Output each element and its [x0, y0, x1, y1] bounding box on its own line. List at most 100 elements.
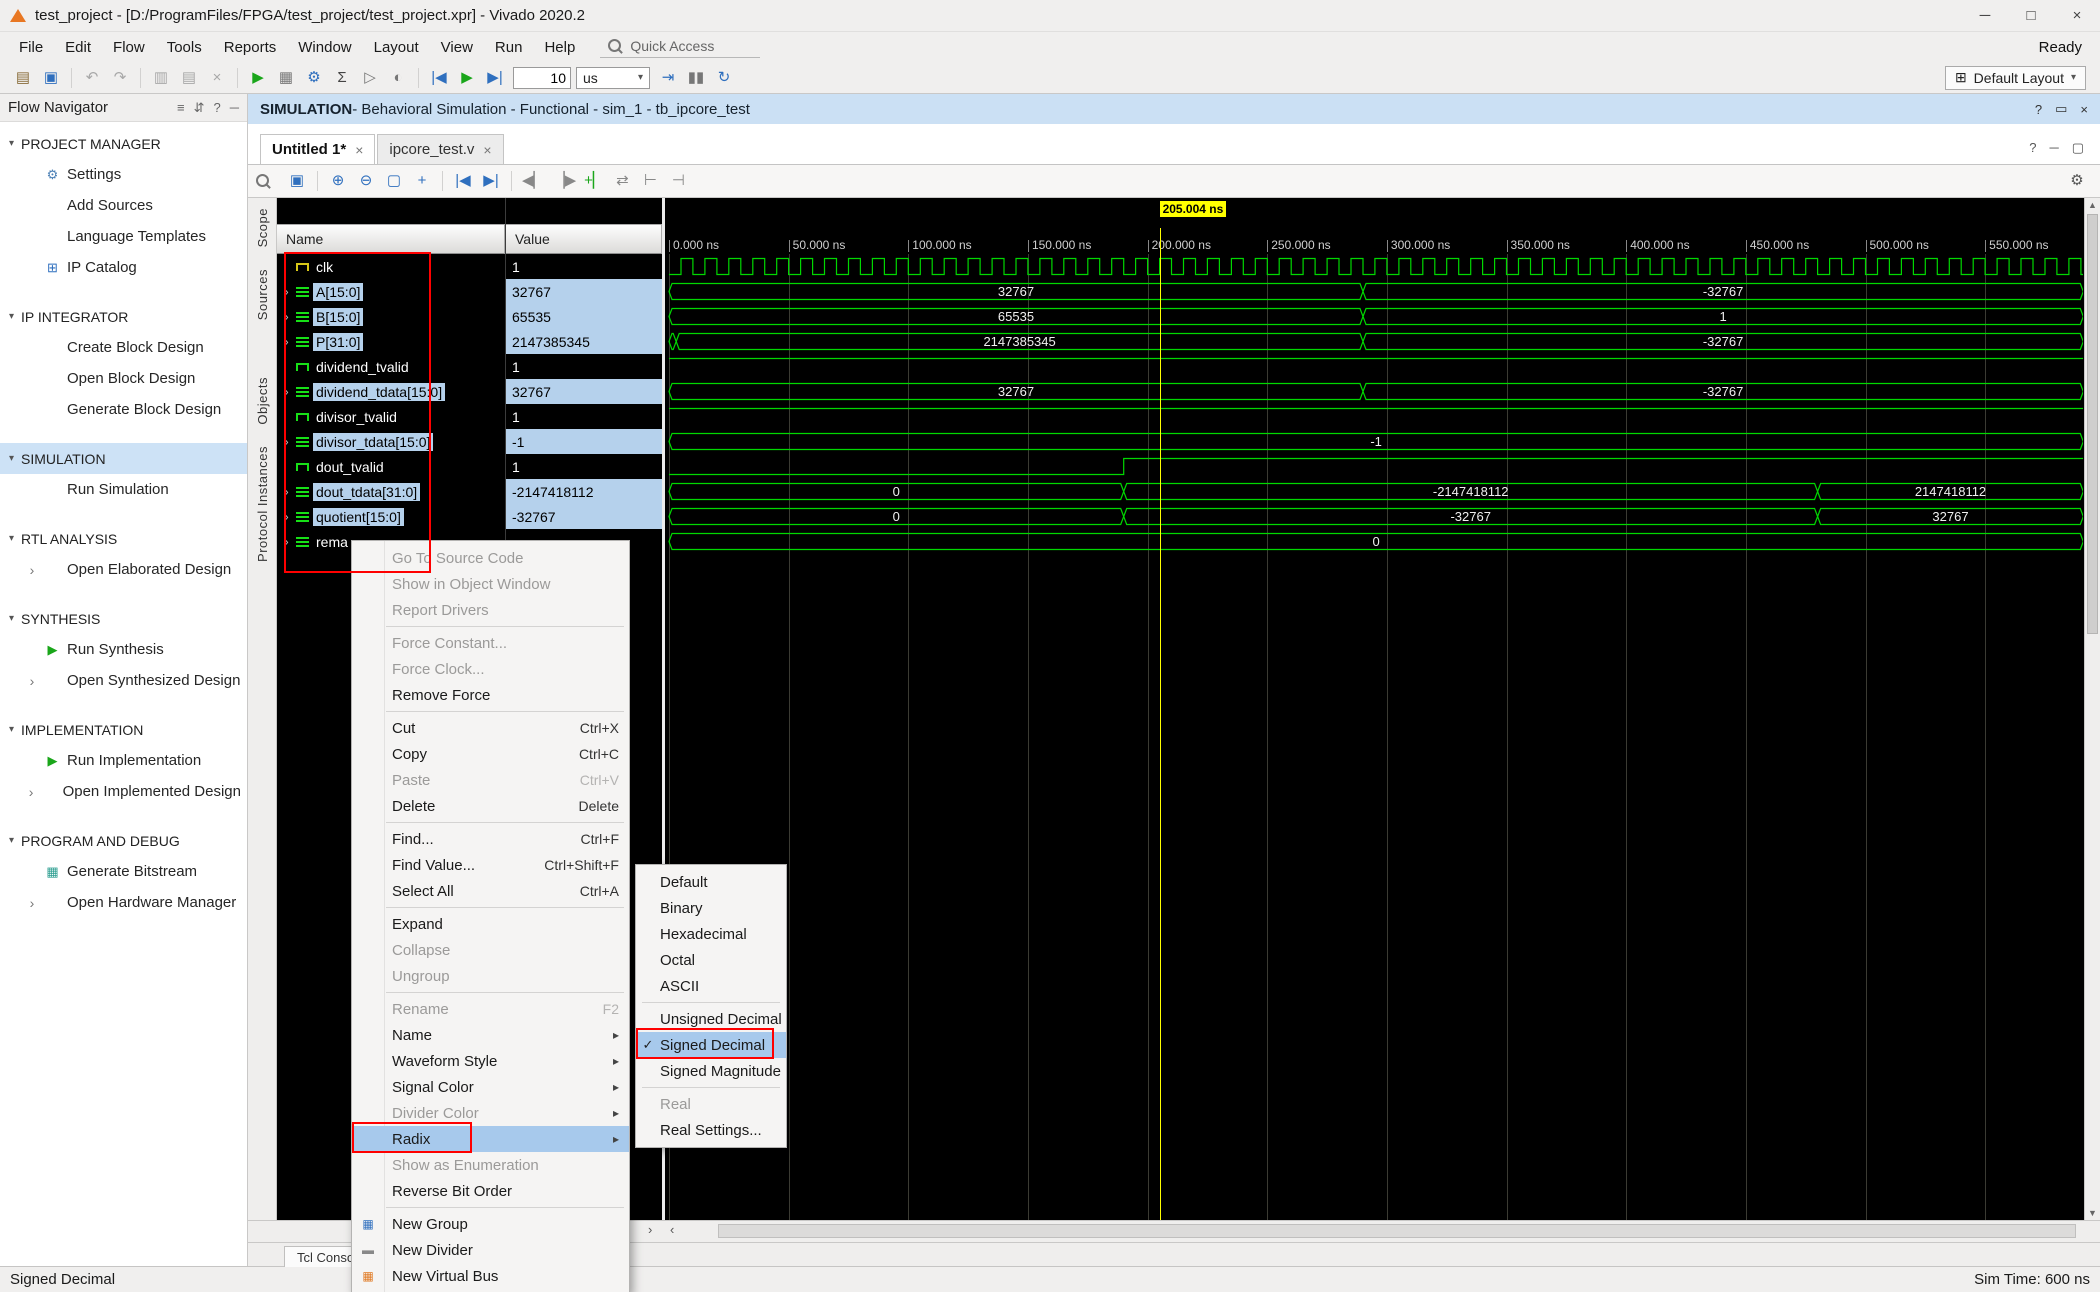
time-unit-select[interactable]: us ▾ — [576, 67, 650, 89]
link-icon[interactable]: ⊢ — [637, 168, 663, 194]
timeline-ruler[interactable]: 205.004 ns 0.000 ns50.000 ns100.000 ns15… — [665, 198, 2084, 254]
flow-item-language-templates[interactable]: Language Templates — [0, 221, 247, 252]
find-icon[interactable] — [256, 174, 282, 188]
help-icon[interactable]: ? — [2029, 140, 2036, 156]
signal-value-p-31-0[interactable]: 2147385345 — [506, 329, 662, 354]
wave-settings-gear-icon[interactable]: ⚙ — [2064, 168, 2090, 194]
side-tab-sources[interactable]: Sources — [255, 269, 270, 320]
signal-row-dout-tdata-31-0[interactable]: ›dout_tdata[31:0] — [277, 479, 505, 504]
maximize-button[interactable]: □ — [2008, 0, 2054, 31]
quick-access-search[interactable]: Quick Access — [600, 36, 760, 58]
menu-file[interactable]: File — [8, 35, 54, 60]
next-transition-icon[interactable]: ▕▶ — [550, 168, 579, 194]
expand-arrow-icon[interactable]: › — [281, 309, 292, 324]
add-marker-icon[interactable]: +▏ — [581, 168, 607, 194]
horizontal-scrollbar-thumb[interactable] — [718, 1224, 2076, 1238]
expand-arrow-icon[interactable]: › — [281, 509, 292, 524]
flow-item-run-simulation[interactable]: Run Simulation — [0, 474, 247, 505]
flow-item-add-sources[interactable]: Add Sources — [0, 190, 247, 221]
radix-option-unsigned-decimal[interactable]: Unsigned Decimal — [636, 1006, 786, 1032]
context-menu-item-new-group[interactable]: ▦New Group — [352, 1211, 629, 1237]
maximize-icon[interactable]: ▢ — [2072, 140, 2084, 156]
run-all-icon[interactable]: ▶ — [454, 65, 480, 91]
close-icon[interactable]: × — [483, 142, 491, 158]
flow-section-header-ip-integrator[interactable]: ▾IP INTEGRATOR — [0, 301, 247, 332]
menu-reports[interactable]: Reports — [213, 35, 288, 60]
close-button[interactable]: × — [2054, 0, 2100, 31]
flow-item-generate-block-design[interactable]: Generate Block Design — [0, 394, 247, 425]
flow-item-open-implemented-design[interactable]: ›Open Implemented Design — [0, 776, 247, 807]
save-icon[interactable]: ▣ — [38, 65, 64, 91]
context-menu-item-waveform-style[interactable]: Waveform Style▸ — [352, 1048, 629, 1074]
delete-icon[interactable]: × — [204, 65, 230, 91]
minimize-icon[interactable]: ─ — [2049, 140, 2058, 156]
signal-row-clk[interactable]: clk — [277, 254, 505, 279]
radix-option-signed-decimal[interactable]: ✓Signed Decimal — [636, 1032, 786, 1058]
flow-item-ip-catalog[interactable]: ⊞IP Catalog — [0, 252, 247, 283]
signal-row-b-15-0[interactable]: ›B[15:0] — [277, 304, 505, 329]
menu-edit[interactable]: Edit — [54, 35, 102, 60]
previous-transition-icon[interactable]: ◀▏ — [519, 168, 548, 194]
signal-row-dividend-tvalid[interactable]: dividend_tvalid — [277, 354, 505, 379]
menu-flow[interactable]: Flow — [102, 35, 156, 60]
wave-canvas[interactable]: 205.004 ns 0.000 ns50.000 ns100.000 ns15… — [665, 198, 2084, 1220]
radix-option-hexadecimal[interactable]: Hexadecimal — [636, 921, 786, 947]
flow-item-open-block-design[interactable]: Open Block Design — [0, 363, 247, 394]
signal-value-b-15-0[interactable]: 65535 — [506, 304, 662, 329]
signal-row-quotient-15-0[interactable]: ›quotient[15:0] — [277, 504, 505, 529]
context-menu-item-find[interactable]: Find...Ctrl+F — [352, 826, 629, 852]
vertical-scrollbar[interactable]: ▲ ▼ — [2084, 198, 2100, 1220]
collapse-panel-icon[interactable]: ─ — [230, 100, 239, 116]
signal-row-divisor-tdata-15-0[interactable]: ›divisor_tdata[15:0] — [277, 429, 505, 454]
radix-option-real-settings[interactable]: Real Settings... — [636, 1117, 786, 1143]
flow-section-header-program-and-debug[interactable]: ▾PROGRAM AND DEBUG — [0, 825, 247, 856]
menu-tools[interactable]: Tools — [156, 35, 213, 60]
signal-row-p-31-0[interactable]: ›P[31:0] — [277, 329, 505, 354]
context-menu-item-remove-force[interactable]: Remove Force — [352, 682, 629, 708]
zoom-in-icon[interactable]: ⊕ — [325, 168, 351, 194]
cursor-line[interactable] — [1160, 228, 1161, 1220]
menu-window[interactable]: Window — [287, 35, 362, 60]
flow-item-run-synthesis[interactable]: ▶Run Synthesis — [0, 634, 247, 665]
zoom-out-icon[interactable]: ⊖ — [353, 168, 379, 194]
signal-value-a-15-0[interactable]: 32767 — [506, 279, 662, 304]
signal-row-dout-tvalid[interactable]: dout_tvalid — [277, 454, 505, 479]
menu-view[interactable]: View — [430, 35, 484, 60]
expand-arrow-icon[interactable]: › — [281, 334, 292, 349]
flow-item-run-implementation[interactable]: ▶Run Implementation — [0, 745, 247, 776]
flow-section-header-project-manager[interactable]: ▾PROJECT MANAGER — [0, 128, 247, 159]
flow-section-header-implementation[interactable]: ▾IMPLEMENTATION — [0, 714, 247, 745]
relaunch-icon[interactable]: ↻ — [711, 65, 737, 91]
flow-item-open-elaborated-design[interactable]: ›Open Elaborated Design — [0, 554, 247, 585]
flow-section-header-synthesis[interactable]: ▾SYNTHESIS — [0, 603, 247, 634]
toggle-view-icon[interactable]: ≡ — [177, 100, 185, 116]
signal-value-dividend-tdata-15-0[interactable]: 32767 — [506, 379, 662, 404]
tab-untitled-1[interactable]: Untitled 1*× — [260, 134, 375, 164]
flow-section-header-simulation[interactable]: ▾SIMULATION — [0, 443, 247, 474]
run-for-time-icon[interactable]: ⇥ — [655, 65, 681, 91]
expand-arrow-icon[interactable]: › — [281, 384, 292, 399]
context-menu-item-find-value[interactable]: Find Value...Ctrl+Shift+F — [352, 852, 629, 878]
context-menu-item-expand[interactable]: Expand — [352, 911, 629, 937]
expand-arrow-icon[interactable]: › — [281, 434, 292, 449]
float-window-icon[interactable]: ▭ — [2055, 101, 2067, 117]
scroll-down-icon[interactable]: ▼ — [2085, 1208, 2100, 1218]
menu-run[interactable]: Run — [484, 35, 534, 60]
settings-gear-icon[interactable]: ⚙ — [301, 65, 327, 91]
cursor-time-label[interactable]: 205.004 ns — [1160, 201, 1227, 217]
side-tab-protocol-instances[interactable]: Protocol Instances — [255, 446, 270, 562]
context-menu-item-copy[interactable]: CopyCtrl+C — [352, 741, 629, 767]
context-menu-item-delete[interactable]: DeleteDelete — [352, 793, 629, 819]
swap-cursor-icon[interactable]: ⇄ — [609, 168, 635, 194]
radix-option-binary[interactable]: Binary — [636, 895, 786, 921]
pause-icon[interactable]: ▮▮ — [683, 65, 709, 91]
paste-icon[interactable]: ▤ — [176, 65, 202, 91]
context-menu-item-reverse-bit-order[interactable]: Reverse Bit Order — [352, 1178, 629, 1204]
copy-icon[interactable]: ▥ — [148, 65, 174, 91]
context-menu-item-cut[interactable]: CutCtrl+X — [352, 715, 629, 741]
signal-value-clk[interactable]: 1 — [506, 254, 662, 279]
help-icon[interactable]: ? — [2035, 102, 2042, 117]
side-tab-objects[interactable]: Objects — [255, 377, 270, 425]
probe-icon[interactable]: ◐ — [385, 65, 411, 91]
context-menu-item-new-divider[interactable]: ▬New Divider — [352, 1237, 629, 1263]
